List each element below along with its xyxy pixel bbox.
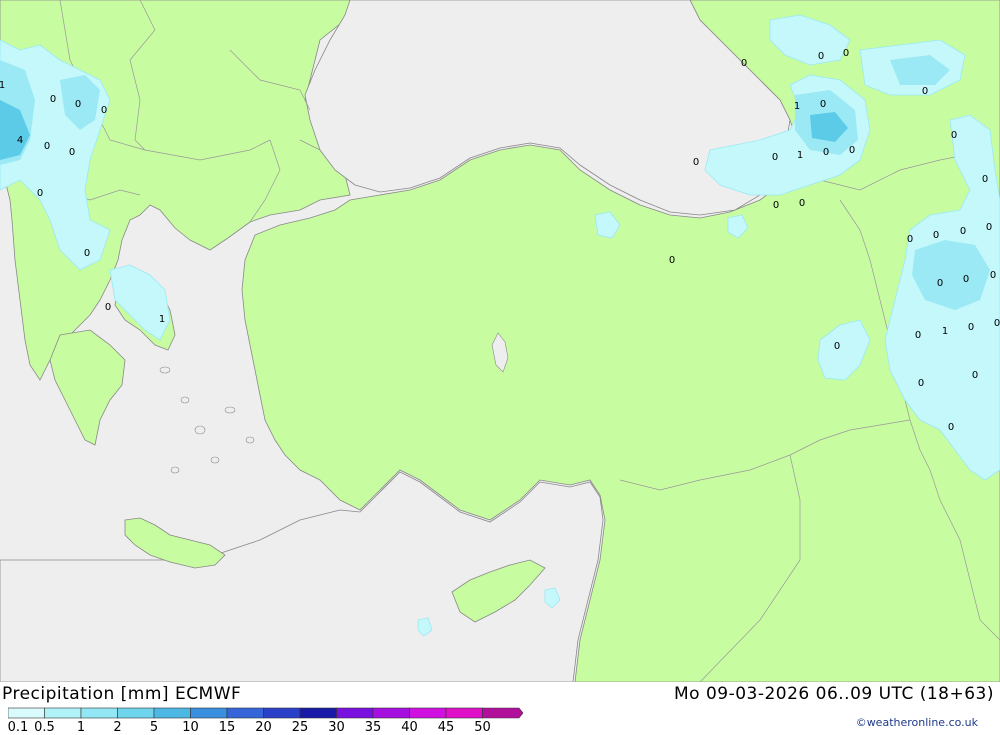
precip-value: 0: [948, 422, 954, 433]
credit-link[interactable]: ©weatheronline.co.uk: [856, 716, 978, 729]
precip-value: 0: [907, 234, 913, 245]
legend-swatch: [482, 707, 524, 719]
precip-value: 0: [44, 141, 50, 152]
precip-value: 0: [937, 278, 943, 289]
precip-value: 0: [990, 270, 996, 281]
legend-swatch: [226, 707, 264, 719]
precip-value: 1: [159, 314, 165, 325]
precip-value: 0: [968, 322, 974, 333]
precip-value: 0: [37, 188, 43, 199]
legend-swatch: [372, 707, 410, 719]
precip-value: 0: [50, 94, 56, 105]
legend-swatch: [117, 707, 155, 719]
legend-swatch: [44, 707, 82, 719]
legend-swatch: [299, 707, 337, 719]
precip-value: 0: [918, 378, 924, 389]
precip-value: 0: [669, 255, 675, 266]
precip-value: 0: [101, 105, 107, 116]
legend-swatch: [153, 707, 191, 719]
precip-value: 0: [741, 58, 747, 69]
precip-value: 1: [0, 80, 5, 91]
precip-value: 0: [994, 318, 1000, 329]
legend-swatch: [445, 707, 483, 719]
precip-value: 0: [834, 341, 840, 352]
precip-value: 0: [69, 147, 75, 158]
legend-swatch: [80, 707, 118, 719]
precip-value: 1: [942, 326, 948, 337]
precip-value: 1: [797, 150, 803, 161]
precip-value: 0: [963, 274, 969, 285]
precip-value: 0: [843, 48, 849, 59]
precip-value: 0: [799, 198, 805, 209]
precip-value: 1: [794, 101, 800, 112]
precip-value: 0: [922, 86, 928, 97]
precip-value: 0: [693, 157, 699, 168]
precip-value: 0: [772, 152, 778, 163]
precip-value: 0: [849, 145, 855, 156]
precip-value: 0: [915, 330, 921, 341]
precip-value: 0: [933, 230, 939, 241]
precip-value: 0: [773, 200, 779, 211]
precipitation-map: 1 4 0 0 0 0 0 0 0 0 1 0 0 0 0 0 0 0 1 0 …: [0, 0, 1000, 682]
legend-swatch: [8, 707, 45, 719]
precip-value: 0: [820, 99, 826, 110]
precip-value: 0: [951, 130, 957, 141]
chart-title: Precipitation [mm] ECMWF: [2, 684, 242, 704]
legend-swatch: [190, 707, 228, 719]
legend-swatch: [409, 707, 447, 719]
precip-value: 0: [986, 222, 992, 233]
precip-value: 0: [105, 302, 111, 313]
precip-value: 0: [75, 99, 81, 110]
precip-value: 0: [972, 370, 978, 381]
precip-value: 0: [823, 147, 829, 158]
precip-value: 0: [84, 248, 90, 259]
legend-swatch: [263, 707, 301, 719]
legend-swatch: [336, 707, 374, 719]
precip-value: 0: [982, 174, 988, 185]
valid-time: Mo 09-03-2026 06..09 UTC (18+63): [673, 684, 994, 704]
precip-value: 0: [960, 226, 966, 237]
precip-value: 0: [818, 51, 824, 62]
legend-color-bar: [8, 707, 524, 719]
color-legend: 0.1 0.5 1 2 5 10 15 20 25 30 35 40 45 50: [8, 707, 528, 735]
precip-value: 4: [17, 135, 23, 146]
